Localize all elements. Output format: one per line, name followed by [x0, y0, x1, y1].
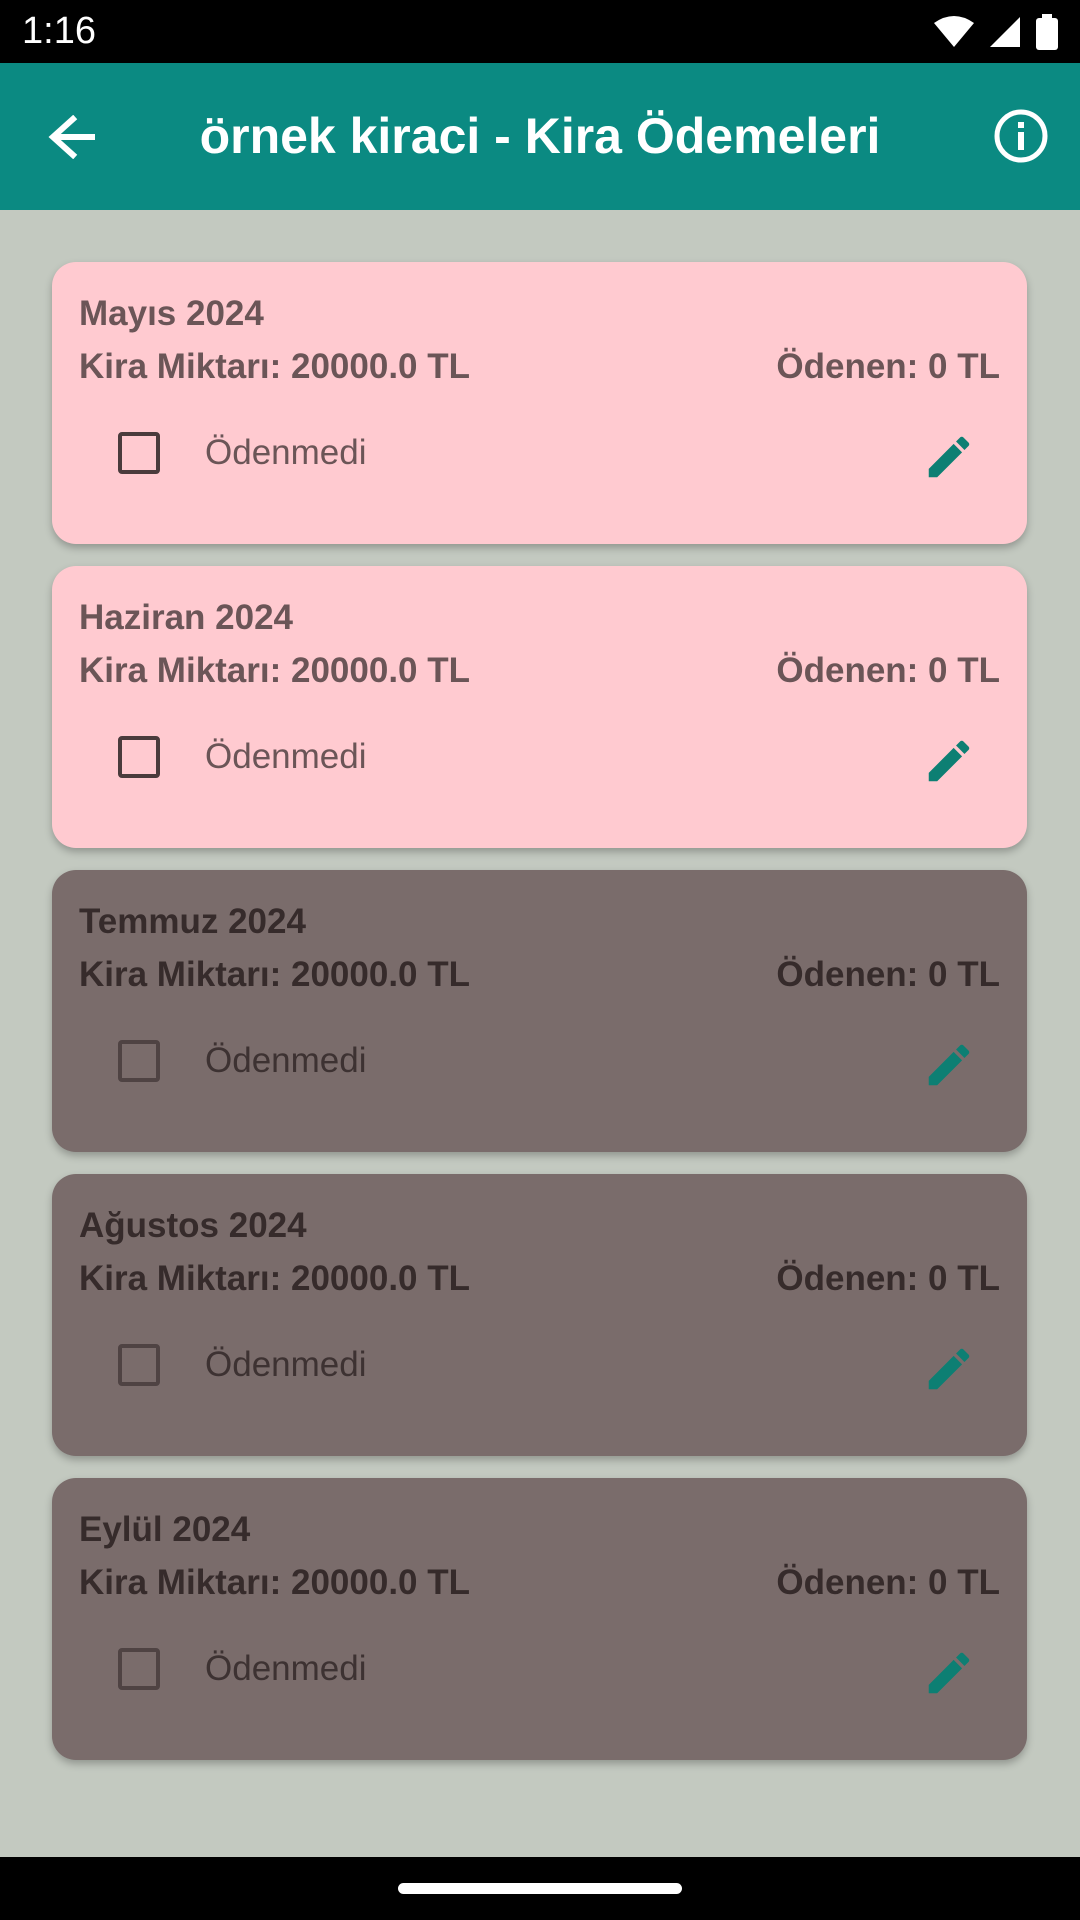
rent-amount: Kira Miktarı: 20000.0 TL: [79, 1259, 470, 1298]
edit-button[interactable]: [919, 731, 979, 791]
status-bar: 1:16: [0, 0, 1080, 63]
status-time: 1:16: [22, 10, 96, 52]
pencil-icon: [928, 436, 970, 478]
payment-card: Mayıs 2024 Kira Miktarı: 20000.0 TL Öden…: [52, 262, 1027, 544]
info-icon: [994, 109, 1048, 163]
paid-amount: Ödenen: 0 TL: [776, 1563, 1000, 1602]
home-gesture-handle[interactable]: [398, 1883, 682, 1894]
info-button[interactable]: [988, 103, 1054, 169]
arrow-back-icon: [48, 115, 95, 159]
paid-checkbox[interactable]: [118, 736, 160, 778]
paid-checkbox[interactable]: [118, 1040, 160, 1082]
edit-button[interactable]: [919, 1035, 979, 1095]
paid-amount: Ödenen: 0 TL: [776, 347, 1000, 386]
payment-month: Mayıs 2024: [79, 294, 264, 333]
pencil-icon: [928, 1044, 970, 1086]
payment-month: Eylül 2024: [79, 1510, 251, 1549]
payment-status: Ödenmedi: [205, 1345, 367, 1384]
rent-amount: Kira Miktarı: 20000.0 TL: [79, 651, 470, 690]
rent-amount: Kira Miktarı: 20000.0 TL: [79, 1563, 470, 1602]
page-title: örnek kiraci - Kira Ödemeleri: [199, 108, 881, 164]
payments-list: Mayıs 2024 Kira Miktarı: 20000.0 TL Öden…: [52, 262, 1027, 1782]
paid-checkbox[interactable]: [118, 432, 160, 474]
paid-amount: Ödenen: 0 TL: [776, 1259, 1000, 1298]
edit-button[interactable]: [919, 1643, 979, 1703]
pencil-icon: [928, 740, 970, 782]
payment-month: Haziran 2024: [79, 598, 294, 637]
paid-amount: Ödenen: 0 TL: [776, 955, 1000, 994]
edit-button[interactable]: [919, 427, 979, 487]
signal-icon: [990, 17, 1020, 47]
battery-icon: [1036, 14, 1058, 50]
payment-month: Ağustos 2024: [79, 1206, 307, 1245]
payment-card: Ağustos 2024 Kira Miktarı: 20000.0 TL Öd…: [52, 1174, 1027, 1456]
paid-checkbox[interactable]: [118, 1648, 160, 1690]
rent-amount: Kira Miktarı: 20000.0 TL: [79, 347, 470, 386]
edit-button[interactable]: [919, 1339, 979, 1399]
back-button[interactable]: [38, 107, 108, 167]
rent-amount: Kira Miktarı: 20000.0 TL: [79, 955, 470, 994]
pencil-icon: [928, 1348, 970, 1390]
payment-card: Haziran 2024 Kira Miktarı: 20000.0 TL Öd…: [52, 566, 1027, 848]
paid-checkbox[interactable]: [118, 1344, 160, 1386]
payment-month: Temmuz 2024: [79, 902, 306, 941]
payment-status: Ödenmedi: [205, 737, 367, 776]
payment-status: Ödenmedi: [205, 433, 367, 472]
payment-card: Eylül 2024 Kira Miktarı: 20000.0 TL Öden…: [52, 1478, 1027, 1760]
navigation-bar: [0, 1857, 1080, 1920]
pencil-icon: [928, 1652, 970, 1694]
paid-amount: Ödenen: 0 TL: [776, 651, 1000, 690]
payment-status: Ödenmedi: [205, 1649, 367, 1688]
wifi-icon: [934, 16, 974, 47]
status-icons: [934, 12, 1058, 52]
payment-status: Ödenmedi: [205, 1041, 367, 1080]
payment-card: Temmuz 2024 Kira Miktarı: 20000.0 TL Öde…: [52, 870, 1027, 1152]
app-bar: örnek kiraci - Kira Ödemeleri: [0, 63, 1080, 210]
